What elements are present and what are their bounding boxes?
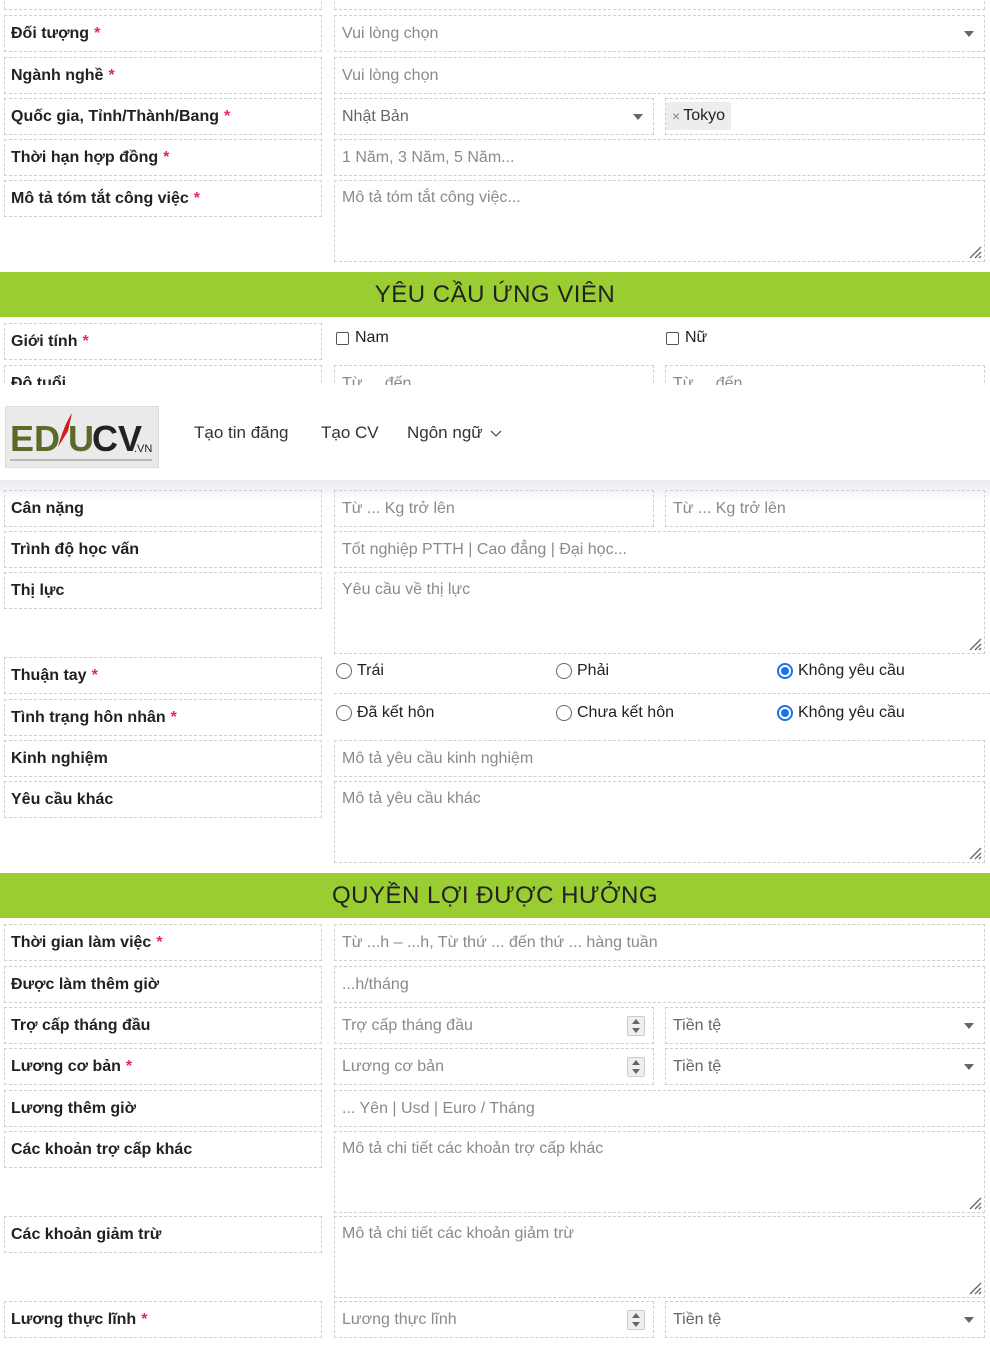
other-req-textarea[interactable]: Mô tả yêu cầu khác	[334, 781, 985, 863]
city-tag[interactable]: × Tokyo	[666, 102, 731, 130]
radio-selected-icon	[777, 705, 793, 721]
resize-grip-icon[interactable]	[966, 844, 982, 860]
number-spinner-icon[interactable]	[627, 1015, 645, 1036]
number-spinner-icon[interactable]	[627, 1309, 645, 1330]
chevron-down-icon	[490, 430, 502, 437]
deduction-textarea[interactable]: Mô tả chi tiết các khoản giảm trừ	[334, 1216, 985, 1298]
hand-right-radio[interactable]: Phải	[556, 662, 609, 680]
svg-text:.VN: .VN	[134, 443, 152, 455]
chevron-down-icon	[964, 1063, 974, 1070]
chevron-down-icon	[964, 1316, 974, 1323]
form-label-ot-salary: Lương thêm giờ	[4, 1090, 322, 1127]
form-label-marital: Tình trạng hôn nhân *	[4, 699, 322, 736]
chevron-down-icon	[964, 1022, 974, 1029]
marital-any-radio[interactable]: Không yêu cầu	[777, 704, 905, 722]
nav-create-cv[interactable]: Tạo CV	[321, 423, 379, 443]
weight-to-input[interactable]: Từ ... Kg trở lên	[665, 490, 985, 527]
nav-language[interactable]: Ngôn ngữ	[407, 423, 502, 443]
form-label-overtime: Được làm thêm giờ	[4, 966, 322, 1003]
country-select[interactable]: Nhật Bản	[334, 98, 654, 135]
educv-logo[interactable]: ED U CV .VN	[5, 406, 159, 468]
gender-female-checkbox[interactable]: Nữ	[666, 329, 707, 347]
radio-icon	[336, 663, 352, 679]
radio-selected-icon	[777, 663, 793, 679]
ot-salary-input[interactable]: ... Yên | Usd | Euro / Tháng	[334, 1090, 985, 1127]
logo-graphic: ED U CV .VN	[10, 413, 152, 461]
overtime-input[interactable]: ...h/tháng	[334, 966, 985, 1003]
hand-left-radio[interactable]: Trái	[336, 662, 384, 680]
form-label-education: Trình độ học vấn	[4, 531, 322, 568]
chevron-down-icon	[964, 30, 974, 37]
form-label-base-salary: Lương cơ bản *	[4, 1048, 322, 1085]
number-spinner-icon[interactable]	[627, 1056, 645, 1077]
svg-text:ED: ED	[10, 418, 60, 459]
form-label-net-salary: Lương thực lĩnh *	[4, 1301, 322, 1338]
close-icon[interactable]: ×	[672, 108, 680, 124]
input-partial[interactable]	[334, 0, 985, 10]
form-label-vision: Thị lực	[4, 572, 322, 609]
form-label-other-allowance: Các khoản trợ cấp khác	[4, 1131, 322, 1168]
marital-single-radio[interactable]: Chưa kết hôn	[556, 704, 674, 722]
vision-textarea[interactable]: Yêu cầu về thị lực	[334, 572, 985, 654]
form-label-experience: Kinh nghiệm	[4, 740, 322, 777]
section-title-candidate: YÊU CẦU ỨNG VIÊN	[0, 272, 990, 317]
form-label-work-time: Thời gian làm việc *	[4, 924, 322, 961]
chevron-down-icon	[633, 113, 643, 120]
top-navbar: ED U CV .VN Tạo tin đăng Tạo CV Ngôn ngữ	[0, 385, 990, 480]
hand-any-radio[interactable]: Không yêu cầu	[777, 662, 905, 680]
form-label-handedness: Thuận tay *	[4, 657, 322, 694]
experience-input[interactable]: Mô tả yêu cầu kinh nghiệm	[334, 740, 985, 777]
radio-icon	[336, 705, 352, 721]
nav-create-post[interactable]: Tạo tin đăng	[194, 423, 289, 443]
contract-input[interactable]: 1 Năm, 3 Năm, 5 Năm...	[334, 139, 985, 176]
radio-icon	[556, 705, 572, 721]
form-label-job-desc: Mô tả tóm tắt công việc *	[4, 180, 322, 217]
resize-grip-icon[interactable]	[966, 1279, 982, 1295]
currency-select-3[interactable]: Tiền tệ	[665, 1301, 985, 1338]
education-input[interactable]: Tốt nghiệp PTTH | Cao đẳng | Đại học...	[334, 531, 985, 568]
form-label-location: Quốc gia, Tỉnh/Thành/Bang *	[4, 98, 322, 135]
base-salary-input[interactable]: Lương cơ bản	[334, 1048, 654, 1085]
target-select[interactable]: Vui lòng chọn	[334, 15, 985, 52]
gender-male-checkbox[interactable]: Nam	[336, 329, 389, 347]
form-label-weight: Cân nặng	[4, 490, 322, 527]
form-label-contract: Thời hạn hợp đồng *	[4, 139, 322, 176]
form-label-industry: Ngành nghề *	[4, 57, 322, 94]
radio-icon	[556, 663, 572, 679]
form-label-deduction: Các khoản giảm trừ	[4, 1216, 322, 1253]
industry-select[interactable]: Vui lòng chọn	[334, 57, 985, 94]
marital-married-radio[interactable]: Đã kết hôn	[336, 704, 434, 722]
form-label-other-req: Yêu cầu khác	[4, 781, 322, 818]
form-label-gender: Giới tính *	[4, 323, 322, 360]
svg-text:U: U	[68, 418, 94, 459]
section-title-benefits: QUYỀN LỢI ĐƯỢC HƯỞNG	[0, 873, 990, 918]
job-desc-textarea[interactable]: Mô tả tóm tắt công việc...	[334, 180, 985, 262]
resize-grip-icon[interactable]	[966, 1194, 982, 1210]
form-label-partial	[4, 0, 322, 10]
checkbox-icon	[336, 331, 349, 345]
form-label-first-allowance: Trợ cấp tháng đầu	[4, 1007, 322, 1044]
work-time-input[interactable]: Từ ...h – ...h, Từ thứ ... đến thứ ... h…	[334, 924, 985, 961]
other-allowance-textarea[interactable]: Mô tả chi tiết các khoản trợ cấp khác	[334, 1131, 985, 1213]
currency-select-2[interactable]: Tiền tệ	[665, 1048, 985, 1085]
resize-grip-icon[interactable]	[966, 635, 982, 651]
net-salary-input[interactable]: Lương thực lĩnh	[334, 1301, 654, 1338]
first-allowance-input[interactable]: Trợ cấp tháng đầu	[334, 1007, 654, 1044]
resize-grip-icon[interactable]	[966, 243, 982, 259]
checkbox-icon	[666, 331, 679, 345]
weight-from-input[interactable]: Từ ... Kg trở lên	[334, 490, 654, 527]
form-label-target: Đối tượng *	[4, 15, 322, 52]
currency-select-1[interactable]: Tiền tệ	[665, 1007, 985, 1044]
